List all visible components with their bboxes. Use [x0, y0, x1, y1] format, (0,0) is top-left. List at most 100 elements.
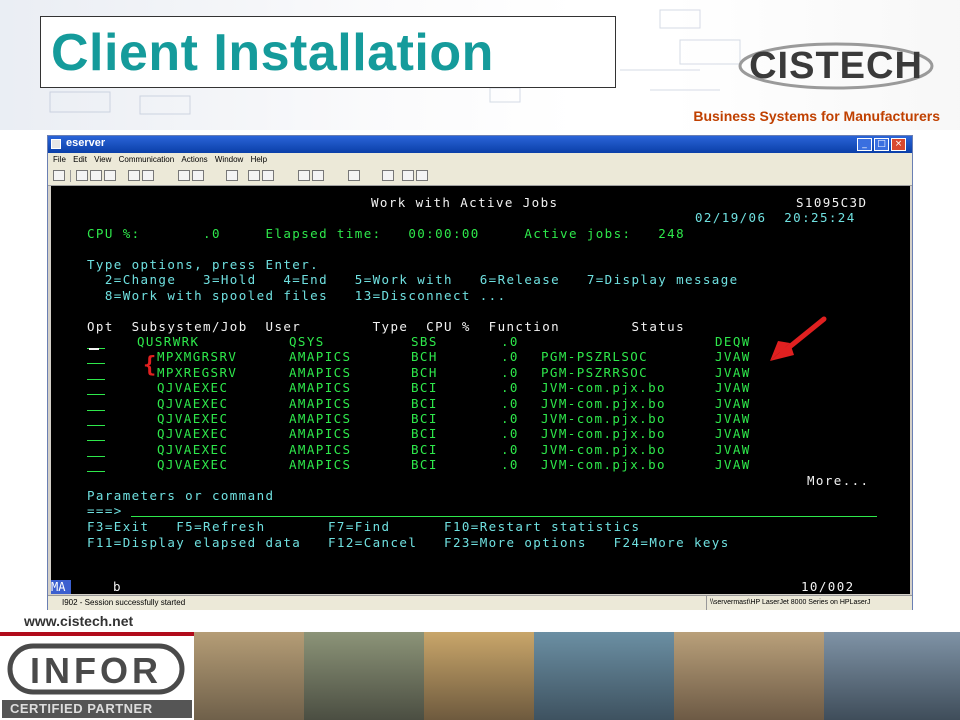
job-user: AMAPICS — [289, 380, 352, 395]
job-status: JVAW — [715, 411, 751, 426]
menu-edit[interactable]: Edit — [73, 155, 87, 164]
job-name: QJVAEXEC — [157, 380, 229, 395]
job-function: PGM-PSZRRSOC — [541, 365, 649, 380]
option-input[interactable] — [87, 471, 105, 472]
session-message: I902 - Session successfully started — [62, 598, 186, 607]
edit-icon[interactable] — [416, 170, 428, 181]
instructions: Type options, press Enter. — [87, 257, 320, 272]
job-type: BCH — [411, 365, 438, 380]
footer-photo-3 — [424, 632, 534, 720]
screen-title: Work with Active Jobs — [371, 195, 559, 210]
svg-text:CISTECH: CISTECH — [749, 45, 923, 87]
job-type: BCI — [411, 396, 438, 411]
footer-photo-2 — [304, 632, 424, 720]
download-icon[interactable] — [312, 170, 324, 181]
job-function: JVM-com.pjx.bo — [541, 396, 666, 411]
transfer-icon[interactable] — [298, 170, 310, 181]
job-function: JVM-com.pjx.bo — [541, 457, 666, 472]
footer-photo-4 — [534, 632, 674, 720]
job-function: JVM-com.pjx.bo — [541, 442, 666, 457]
job-function: JVM-com.pjx.bo — [541, 426, 666, 441]
job-type: BCI — [411, 442, 438, 457]
option-input[interactable] — [87, 379, 105, 380]
macro-icon[interactable] — [226, 170, 238, 181]
option-input[interactable] — [87, 363, 105, 364]
job-user: AMAPICS — [289, 457, 352, 472]
minimize-icon[interactable]: _ — [857, 138, 872, 151]
toolbar-separator — [70, 170, 71, 182]
job-function: JVM-com.pjx.bo — [541, 411, 666, 426]
certified-partner-label: CERTIFIED PARTNER — [2, 700, 192, 718]
function-keys-1: F3=Exit F5=Refresh F7=Find F10=Restart s… — [87, 519, 641, 534]
job-type: SBS — [411, 334, 438, 349]
job-cpu: .0 — [501, 442, 519, 457]
job-status: JVAW — [715, 365, 751, 380]
play-icon[interactable] — [262, 170, 274, 181]
send-icon[interactable] — [128, 170, 140, 181]
job-user: AMAPICS — [289, 442, 352, 457]
menu-bar: File Edit View Communication Actions Win… — [48, 153, 912, 167]
footer-photo-6 — [824, 632, 960, 720]
record-icon[interactable] — [248, 170, 260, 181]
job-type: BCI — [411, 426, 438, 441]
print-screen-icon[interactable] — [53, 170, 65, 181]
footer-photo-1 — [194, 632, 304, 720]
terminal-screen[interactable]: Work with Active Jobs S1095C3D 02/19/06 … — [51, 186, 910, 580]
display-icon[interactable] — [178, 170, 190, 181]
job-function: PGM-PSZRLSOC — [541, 349, 649, 364]
notes-icon[interactable] — [348, 170, 360, 181]
date-time: 02/19/06 20:25:24 — [695, 210, 856, 225]
job-name: QJVAEXEC — [157, 442, 229, 457]
toolbar — [48, 167, 912, 186]
job-cpu: .0 — [501, 457, 519, 472]
cut-icon[interactable] — [76, 170, 88, 181]
system-name: S1095C3D — [796, 195, 868, 210]
option-input[interactable] — [87, 456, 105, 457]
company-tagline: Business Systems for Manufacturers — [693, 108, 940, 124]
palette-icon[interactable] — [382, 170, 394, 181]
job-name: QJVAEXEC — [157, 411, 229, 426]
infor-partner-badge: INFOR CERTIFIED PARTNER — [0, 632, 194, 720]
option-input[interactable] — [87, 425, 105, 426]
red-arrow-annotation — [770, 316, 827, 361]
menu-actions[interactable]: Actions — [181, 155, 207, 164]
website-url: www.cistech.net — [24, 613, 134, 629]
menu-window[interactable]: Window — [215, 155, 243, 164]
option-input[interactable] — [87, 440, 105, 441]
job-cpu: .0 — [501, 396, 519, 411]
parameters-label: Parameters or command — [87, 488, 275, 503]
close-icon[interactable]: × — [891, 138, 906, 151]
job-cpu: .0 — [501, 380, 519, 395]
job-type: BCH — [411, 349, 438, 364]
command-input[interactable] — [131, 516, 877, 517]
job-status: JVAW — [715, 426, 751, 441]
job-type: BCI — [411, 411, 438, 426]
printer-status: \\servermast\HP LaserJet 8000 Series on … — [706, 596, 871, 610]
copy-icon[interactable] — [90, 170, 102, 181]
menu-help[interactable]: Help — [251, 155, 267, 164]
app-icon — [51, 139, 61, 149]
job-status: DEQW — [715, 334, 751, 349]
cistech-logo: CISTECH — [738, 42, 934, 90]
job-cpu: .0 — [501, 426, 519, 441]
menu-view[interactable]: View — [94, 155, 111, 164]
receive-icon[interactable] — [142, 170, 154, 181]
job-function: JVM-com.pjx.bo — [541, 380, 666, 395]
menu-file[interactable]: File — [53, 155, 66, 164]
keyboard-icon[interactable] — [192, 170, 204, 181]
job-status: JVAW — [715, 396, 751, 411]
option-input[interactable] — [87, 410, 105, 411]
function-keys-2: F11=Display elapsed data F12=Cancel F23=… — [87, 535, 730, 550]
emulator-window: eserver _ □ × File Edit View Communicati… — [47, 135, 913, 610]
menu-communication[interactable]: Communication — [119, 155, 175, 164]
settings-icon[interactable] — [402, 170, 414, 181]
maximize-icon[interactable]: □ — [874, 138, 889, 151]
mode-indicator: MA — [51, 580, 71, 594]
option-input[interactable] — [87, 394, 105, 395]
cpu-summary: CPU %: .0 Elapsed time: 00:00:00 Active … — [87, 226, 686, 241]
job-name: MPXMGRSRV — [157, 349, 238, 364]
column-headers: Opt Subsystem/Job User Type CPU % Functi… — [87, 319, 686, 334]
job-status: JVAW — [715, 457, 751, 472]
job-type: BCI — [411, 380, 438, 395]
paste-icon[interactable] — [104, 170, 116, 181]
